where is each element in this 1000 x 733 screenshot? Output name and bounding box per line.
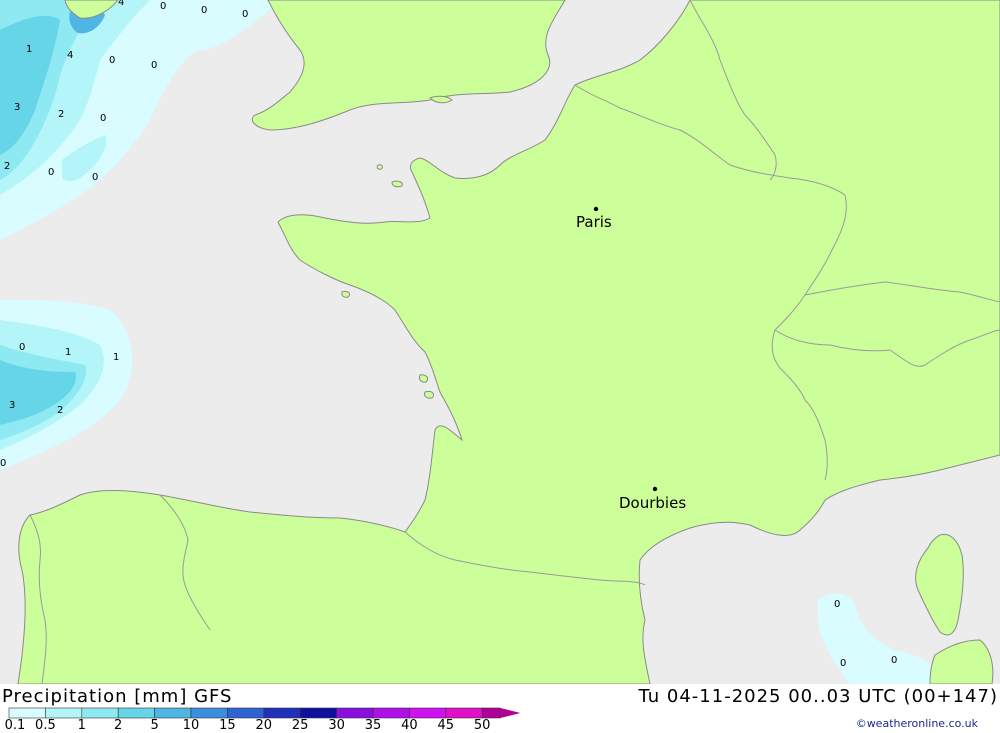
dourbies-marker xyxy=(652,486,658,492)
precip-value: 4 xyxy=(67,50,73,61)
precip-value: 3 xyxy=(14,102,20,113)
precip-value: 0 xyxy=(151,60,157,71)
precip-value: 0 xyxy=(160,1,166,12)
scale-swatch xyxy=(372,707,410,719)
precip-value: 0 xyxy=(242,9,248,20)
precip-value: 3 xyxy=(9,400,15,411)
scale-swatch xyxy=(263,707,301,719)
scale-label: 0.5 xyxy=(35,718,56,733)
precip-value: 0 xyxy=(840,658,846,669)
scale-swatch xyxy=(81,707,119,719)
precipitation-map: Paris Dourbies 4 0 0 0 1 4 0 0 3 2 0 2 0… xyxy=(0,0,1000,684)
precip-value: 2 xyxy=(58,109,64,120)
precip-value: 4 xyxy=(118,0,124,8)
scale-label: 15 xyxy=(219,718,236,733)
scale-label: 20 xyxy=(255,718,273,733)
scale-arrow xyxy=(500,708,521,718)
scale-swatch xyxy=(117,707,155,719)
scale-label: 50 xyxy=(473,718,491,733)
precip-value: 0 xyxy=(92,172,98,183)
scale-label: 10 xyxy=(182,718,200,733)
map-footer: Precipitation [mm] GFS Tu 04-11-2025 00.… xyxy=(0,684,1000,733)
scale-label: 1 xyxy=(77,718,86,733)
precip-value: 0 xyxy=(891,655,897,666)
precip-value: 0 xyxy=(834,599,840,610)
scale-swatch xyxy=(409,707,447,719)
scale-swatch xyxy=(8,707,46,719)
scale-swatch xyxy=(481,707,501,719)
scale-label: 2 xyxy=(114,718,123,733)
precip-value: 0 xyxy=(48,167,54,178)
paris-label: Paris xyxy=(576,213,612,231)
precip-value: 2 xyxy=(4,161,10,172)
scale-label: 5 xyxy=(150,718,159,733)
scale-swatch xyxy=(299,707,337,719)
credit-text: ©weatheronline.co.uk xyxy=(855,717,978,730)
scale-label: 30 xyxy=(328,718,345,733)
scale-swatch xyxy=(154,707,192,719)
precip-value: 0 xyxy=(19,342,25,353)
precip-value: 0 xyxy=(0,458,6,469)
scale-swatch xyxy=(336,707,374,719)
scale-swatch xyxy=(445,707,483,719)
scale-swatch xyxy=(190,707,228,719)
scale-swatch xyxy=(45,707,83,719)
scale-label: 25 xyxy=(291,718,309,733)
precip-value: 0 xyxy=(201,5,207,16)
scale-label: 35 xyxy=(364,718,382,733)
paris-marker xyxy=(593,206,599,212)
dourbies-label: Dourbies xyxy=(619,494,686,512)
precip-value: 1 xyxy=(65,347,71,358)
precip-value: 2 xyxy=(57,405,63,416)
precip-value: 0 xyxy=(100,113,106,124)
valid-datetime: Tu 04-11-2025 00..03 UTC (00+147) xyxy=(638,686,998,707)
precip-value: 0 xyxy=(109,55,115,66)
product-title: Precipitation [mm] GFS xyxy=(2,686,233,707)
scale-swatch xyxy=(227,707,265,719)
scale-label: 40 xyxy=(401,718,418,733)
scale-label: 45 xyxy=(437,718,455,733)
scale-label: 0.1 xyxy=(4,718,26,733)
precip-value: 1 xyxy=(26,44,32,55)
precip-value: 1 xyxy=(113,352,119,363)
